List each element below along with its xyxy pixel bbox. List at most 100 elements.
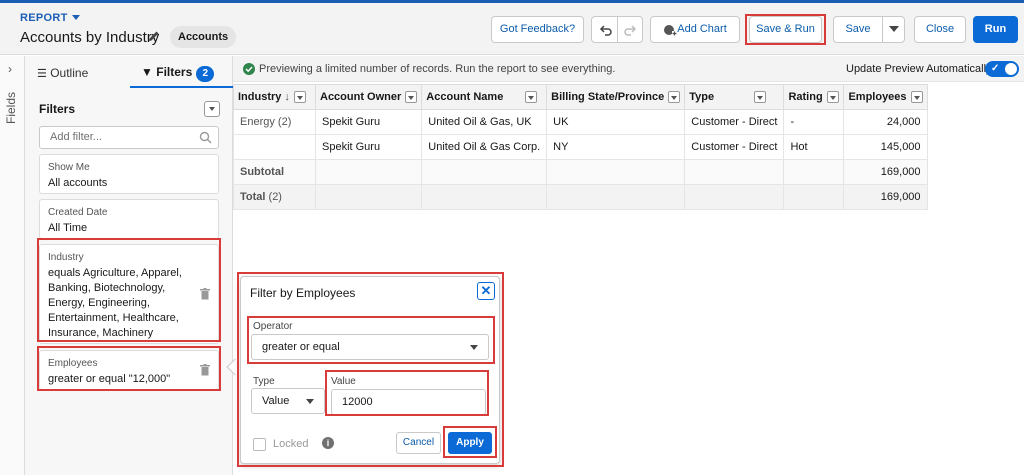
type-label: Type — [253, 376, 275, 387]
apply-button[interactable]: Apply — [448, 432, 492, 454]
save-menu-chevron-icon[interactable] — [889, 26, 899, 32]
column-header-account-owner[interactable]: Account Owner — [314, 84, 423, 110]
filters-heading: Filters — [39, 102, 76, 116]
column-header-label: Type — [689, 90, 715, 103]
column-menu-button[interactable] — [525, 91, 538, 104]
trash-icon[interactable] — [200, 364, 210, 376]
total-row: Total (2) 169,000 — [233, 184, 928, 210]
close-button[interactable]: Close — [914, 16, 966, 43]
trash-icon[interactable] — [200, 288, 210, 300]
table-cell: UK — [546, 109, 686, 135]
table-cell: Customer - Direct — [684, 134, 785, 160]
filter-icon: ▼ — [141, 65, 153, 79]
feedback-button[interactable]: Got Feedback? — [491, 16, 584, 43]
type-select[interactable]: Value — [251, 388, 325, 414]
add-chart-label: Add Chart — [677, 23, 727, 35]
filter-card-industry[interactable]: Industry equals Agriculture, Apparel, Ba… — [39, 244, 219, 344]
table-cell: - — [783, 109, 845, 135]
add-chart-button[interactable]: Add Chart — [650, 16, 740, 43]
info-icon[interactable]: i — [322, 437, 334, 449]
total-count: (2) — [268, 191, 282, 203]
fields-rail[interactable]: › Fields — [0, 56, 25, 475]
total-label: Total (2) — [233, 184, 316, 210]
column-menu-button[interactable] — [405, 91, 418, 104]
value-input[interactable]: 12000 — [331, 389, 486, 415]
sort-down-icon[interactable]: ↓ — [284, 91, 290, 103]
chevron-right-icon[interactable]: › — [8, 62, 12, 76]
column-menu-button[interactable] — [910, 91, 923, 104]
add-filter-placeholder: Add filter... — [50, 131, 102, 143]
column-menu-button[interactable] — [754, 91, 767, 104]
table-cell: NY — [546, 134, 686, 160]
report-header: REPORT Accounts by Industry Accounts Got… — [0, 3, 1024, 55]
report-type-pill: Accounts — [170, 26, 237, 48]
column-menu-button[interactable] — [293, 91, 306, 104]
redo-icon[interactable] — [623, 23, 637, 37]
tab-outline-label: Outline — [50, 66, 89, 80]
value-label: Value — [331, 376, 356, 387]
cancel-button[interactable]: Cancel — [396, 432, 441, 454]
undo-icon[interactable] — [599, 23, 613, 37]
chevron-down-icon — [71, 15, 80, 20]
preview-message: Previewing a limited number of records. … — [259, 63, 616, 75]
filter-card-employees[interactable]: Employees greater or equal "12,000" — [39, 350, 219, 390]
operator-value: greater or equal — [262, 341, 340, 353]
column-header-label: Rating — [788, 90, 823, 103]
run-button[interactable]: Run — [973, 16, 1018, 43]
table-cell: Spekit Guru — [314, 109, 423, 135]
table-cell: United Oil & Gas, UK — [421, 109, 548, 135]
table-row: Energy (2) Spekit Guru United Oil & Gas,… — [233, 109, 928, 135]
save-run-button[interactable]: Save & Run — [749, 16, 822, 43]
subtotal-value: 169,000 — [843, 159, 928, 185]
column-header-account-name[interactable]: Account Name — [421, 84, 548, 110]
filter-card-show-me[interactable]: Show Me All accounts — [39, 154, 219, 194]
column-header-label: Account Owner — [320, 90, 402, 103]
table-cell: Energy (2) — [233, 109, 316, 135]
tab-filters[interactable]: ▼ Filters 2 — [141, 65, 215, 82]
table-cell: Customer - Direct — [684, 109, 785, 135]
undo-redo-group — [591, 16, 643, 43]
fields-rail-label: Fields — [4, 91, 18, 124]
filter-card-value: greater or equal "12,000" — [48, 373, 171, 385]
chevron-down-icon — [470, 345, 478, 350]
filter-card-label: Employees — [48, 358, 98, 369]
tab-outline[interactable]: ☰ Outline — [37, 66, 88, 80]
column-header-label: Account Name — [426, 90, 504, 103]
filters-menu-button[interactable] — [204, 101, 220, 117]
auto-update-toggle[interactable]: ✓ — [985, 61, 1019, 77]
column-header-employees[interactable]: Employees — [843, 84, 928, 110]
search-icon — [199, 131, 212, 144]
column-header-label: Industry — [238, 90, 282, 103]
save-button-group: Save — [833, 16, 905, 43]
column-header-billing-state[interactable]: Billing State/Province — [546, 84, 686, 110]
column-menu-button[interactable] — [826, 91, 839, 104]
filter-card-label: Industry — [48, 252, 84, 263]
pencil-icon[interactable] — [148, 30, 160, 42]
filter-popover: Filter by Employees ✕ Operator greater o… — [240, 276, 500, 464]
check-icon: ✓ — [991, 63, 1000, 74]
column-header-industry[interactable]: Industry ↓ — [233, 84, 316, 110]
filter-card-value: equals Agriculture, Apparel, Banking, Bi… — [48, 267, 182, 339]
tab-filters-label: Filters — [156, 65, 193, 79]
save-button[interactable]: Save — [834, 17, 882, 42]
filter-panel: ☰ Outline ▼ Filters 2 Filters Add filter.… — [25, 56, 233, 475]
table-header-row: Industry ↓ Account Owner Account Name Bil… — [233, 84, 928, 110]
filter-card-created-date[interactable]: Created Date All Time — [39, 199, 219, 239]
table-cell: Hot — [783, 134, 845, 160]
report-table: Industry ↓ Account Owner Account Name Bil… — [233, 84, 928, 210]
chart-add-icon — [664, 25, 677, 36]
column-header-rating[interactable]: Rating — [783, 84, 845, 110]
subtotal-row: Subtotal 169,000 — [233, 159, 928, 185]
list-icon: ☰ — [37, 68, 47, 80]
close-icon[interactable]: ✕ — [477, 282, 495, 300]
column-menu-button[interactable] — [668, 91, 681, 104]
operator-select[interactable]: greater or equal — [251, 334, 489, 360]
add-filter-input[interactable]: Add filter... — [39, 126, 219, 149]
report-label[interactable]: REPORT — [20, 12, 80, 24]
chevron-down-icon — [306, 399, 314, 404]
locked-checkbox[interactable] — [253, 438, 266, 451]
column-header-type[interactable]: Type — [684, 84, 785, 110]
success-check-icon — [243, 63, 255, 75]
table-cell: United Oil & Gas Corp. — [421, 134, 548, 160]
locked-label: Locked — [273, 438, 309, 450]
